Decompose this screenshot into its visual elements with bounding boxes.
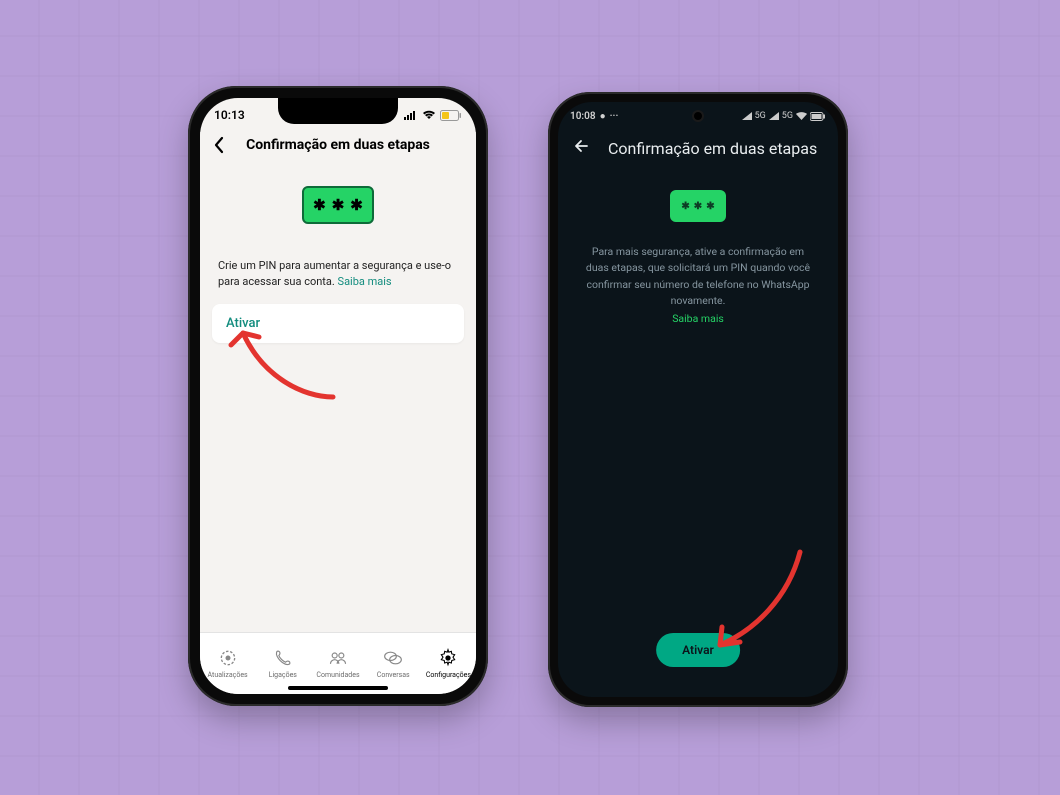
pin-dot: ✱: [694, 201, 702, 212]
ios-status-time: 10:13: [214, 108, 245, 122]
pin-badge: ✱ ✱ ✱: [302, 186, 374, 224]
tab-label: Configurações: [426, 671, 471, 679]
iphone-device-frame: 10:13: [188, 86, 488, 706]
network-label: 5G: [782, 111, 793, 121]
activate-button[interactable]: Ativar: [212, 304, 464, 343]
tab-label: Atualizações: [208, 671, 248, 679]
page-title: Confirmação em duas etapas: [210, 137, 466, 153]
back-button[interactable]: [572, 136, 592, 160]
tab-calls[interactable]: Ligações: [255, 633, 310, 694]
pin-dot: ✱: [681, 201, 689, 212]
chats-icon: [383, 648, 403, 668]
status-dot-icon: ●: [600, 111, 606, 122]
tab-settings[interactable]: Configurações: [421, 633, 476, 694]
android-status-time: 10:08: [570, 111, 596, 122]
description-text: Crie um PIN para aumentar a segurança e …: [218, 258, 458, 290]
pin-badge: ✱ ✱ ✱: [670, 190, 726, 222]
android-screen: 10:08 ● ··· 5G 5G Confirmação em duas et…: [558, 102, 838, 697]
updates-icon: [218, 648, 238, 668]
description-body: Para mais segurança, ative a confirmação…: [586, 245, 810, 307]
iphone-screen: 10:13: [200, 98, 476, 694]
pin-dot: ✱: [706, 201, 714, 212]
signal-icon: [769, 112, 779, 120]
tab-label: Ligações: [269, 671, 297, 679]
tab-label: Comunidades: [316, 671, 359, 679]
activate-label: Ativar: [682, 643, 714, 657]
signal-icon: [742, 112, 752, 120]
page-title: Confirmação em duas etapas: [608, 139, 817, 158]
status-ellipsis-icon: ···: [610, 111, 619, 122]
activate-button[interactable]: Ativar: [656, 633, 740, 667]
android-header: Confirmação em duas etapas: [558, 130, 838, 170]
pin-dot: ✱: [350, 196, 363, 214]
description-text: Para mais segurança, ative a confirmação…: [582, 244, 814, 327]
ios-header: Confirmação em duas etapas: [200, 132, 476, 164]
iphone-notch: [278, 98, 398, 124]
pin-dot: ✱: [313, 196, 326, 214]
gear-icon: [438, 648, 458, 668]
communities-icon: [328, 648, 348, 668]
learn-more-link[interactable]: Saiba mais: [338, 275, 392, 288]
description-body: Crie um PIN para aumentar a segurança e …: [218, 259, 451, 288]
signal-icon: [404, 110, 418, 120]
ios-tab-bar: Atualizações Ligações Comunidades Conver…: [200, 632, 476, 694]
wifi-icon: [422, 110, 436, 120]
tab-communities[interactable]: Comunidades: [310, 633, 365, 694]
pin-dot: ✱: [332, 196, 345, 214]
android-device-frame: 10:08 ● ··· 5G 5G Confirmação em duas et…: [548, 92, 848, 707]
wifi-icon: [796, 112, 807, 120]
battery-icon: [440, 110, 462, 121]
home-indicator: [288, 686, 388, 690]
battery-icon: [810, 112, 826, 121]
android-camera-cutout: [692, 110, 704, 122]
background-pattern: [0, 0, 1060, 795]
phone-icon: [273, 648, 293, 668]
network-label: 5G: [755, 111, 766, 121]
tab-updates[interactable]: Atualizações: [200, 633, 255, 694]
activate-label: Ativar: [226, 316, 260, 331]
learn-more-link[interactable]: Saiba mais: [582, 311, 814, 327]
tab-label: Conversas: [377, 671, 410, 679]
arrow-left-icon: [572, 136, 592, 156]
tab-chats[interactable]: Conversas: [366, 633, 421, 694]
